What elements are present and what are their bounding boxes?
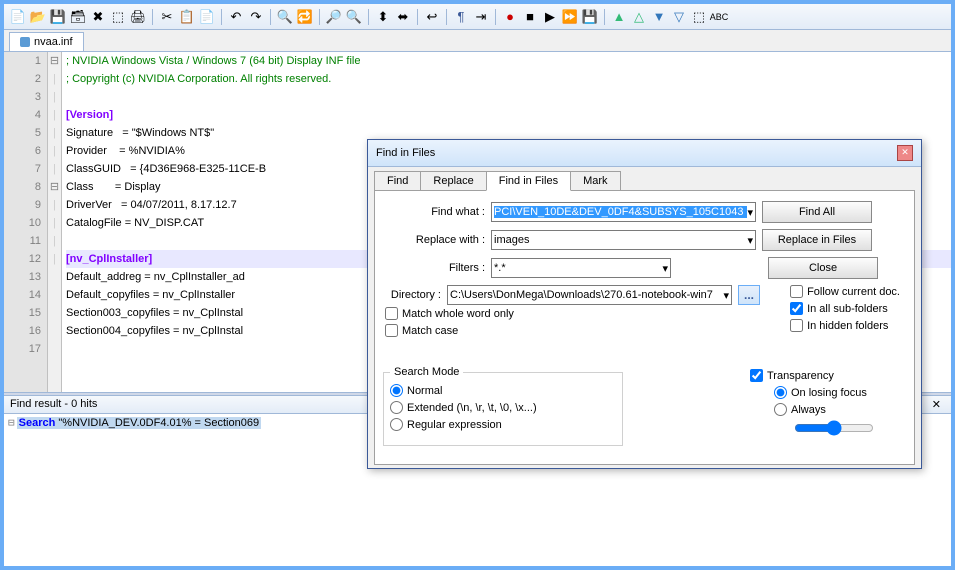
filters-label: Filters : bbox=[385, 262, 485, 274]
transparency-slider[interactable] bbox=[794, 420, 874, 436]
sm-normal-radio[interactable]: Normal bbox=[390, 384, 616, 397]
directory-input[interactable]: C:\Users\DonMega\Downloads\270.61-notebo… bbox=[450, 289, 723, 301]
tab-mark[interactable]: Mark bbox=[570, 171, 620, 191]
paste-icon[interactable]: 📄 bbox=[198, 8, 216, 26]
copy-icon[interactable]: 📋 bbox=[178, 8, 196, 26]
wordwrap-icon[interactable]: ↩ bbox=[423, 8, 441, 26]
expand-icon[interactable]: △ bbox=[630, 8, 648, 26]
show-all-icon[interactable]: ¶ bbox=[452, 8, 470, 26]
spellcheck-icon[interactable]: ABC bbox=[710, 8, 728, 26]
collapse-icon[interactable]: ⊟ bbox=[6, 416, 17, 429]
print-icon[interactable]: 🖨 bbox=[129, 8, 147, 26]
new-file-icon[interactable]: 📄 bbox=[9, 8, 27, 26]
dialog-close-button[interactable]: ✕ bbox=[897, 145, 913, 161]
replacewith-input[interactable]: images bbox=[494, 234, 747, 246]
zoom-in-icon[interactable]: 🔎 bbox=[325, 8, 343, 26]
zoom-out-icon[interactable]: 🔍 bbox=[345, 8, 363, 26]
fold-gutter[interactable]: ⊟||||||⊟|||| bbox=[48, 52, 62, 392]
hidden-checkbox[interactable]: In hidden folders bbox=[790, 319, 900, 332]
collapse-all-icon[interactable]: ▼ bbox=[650, 8, 668, 26]
collapse-icon[interactable]: ▲ bbox=[610, 8, 628, 26]
sync-v-icon[interactable]: ⬍ bbox=[374, 8, 392, 26]
find-result-line: "%NVIDIA_DEV.0DF4.01% = Section069 bbox=[58, 417, 259, 429]
indent-icon[interactable]: ⇥ bbox=[472, 8, 490, 26]
dialog-title: Find in Files bbox=[376, 147, 435, 159]
dropdown-icon[interactable]: ▾ bbox=[747, 206, 753, 219]
matchcase-checkbox[interactable]: Match case bbox=[385, 324, 514, 337]
record-icon[interactable]: ● bbox=[501, 8, 519, 26]
close-file-icon[interactable]: ✖ bbox=[89, 8, 107, 26]
find-icon[interactable]: 🔍 bbox=[276, 8, 294, 26]
dropdown-icon[interactable]: ▾ bbox=[662, 262, 668, 275]
file-tabs: nvaa.inf bbox=[4, 30, 951, 52]
fast-icon[interactable]: ⏩ bbox=[561, 8, 579, 26]
dialog-tabs: Find Replace Find in Files Mark bbox=[368, 167, 921, 191]
search-mode-group: Search Mode Normal Extended (\n, \r, \t,… bbox=[383, 366, 623, 446]
followdoc-checkbox[interactable]: Follow current doc. bbox=[790, 285, 900, 298]
sm-extended-radio[interactable]: Extended (\n, \r, \t, \0, \x...) bbox=[390, 401, 616, 414]
findwhat-label: Find what : bbox=[385, 206, 485, 218]
close-panel-icon[interactable]: ✕ bbox=[928, 398, 945, 411]
sync-h-icon[interactable]: ⬌ bbox=[394, 8, 412, 26]
browse-directory-button[interactable]: ... bbox=[738, 285, 760, 305]
findwhat-input[interactable]: PCI\VEN_10DE&DEV_0DF4&SUBSYS_105C1043 bbox=[494, 206, 747, 218]
transparency-checkbox[interactable]: Transparency bbox=[750, 369, 900, 382]
close-button[interactable]: Close bbox=[768, 257, 878, 279]
main-toolbar: 📄 📂 💾 🗃 ✖ ⬚ 🖨 ✂ 📋 📄 ↶ ↷ 🔍 🔁 🔎 🔍 ⬍ ⬌ ↩ ¶ … bbox=[4, 4, 951, 30]
tab-findinfiles[interactable]: Find in Files bbox=[486, 171, 571, 191]
undo-icon[interactable]: ↶ bbox=[227, 8, 245, 26]
search-mode-legend: Search Mode bbox=[390, 366, 463, 378]
wholeword-checkbox[interactable]: Match whole word only bbox=[385, 307, 514, 320]
file-dirty-icon bbox=[20, 37, 30, 47]
file-tab-label: nvaa.inf bbox=[34, 36, 73, 48]
replacewith-label: Replace with : bbox=[385, 234, 485, 246]
save-all-icon[interactable]: 🗃 bbox=[69, 8, 87, 26]
stop-icon[interactable]: ■ bbox=[521, 8, 539, 26]
redo-icon[interactable]: ↷ bbox=[247, 8, 265, 26]
replace-in-files-button[interactable]: Replace in Files bbox=[762, 229, 872, 251]
line-gutter: 1234567891011121314151617 bbox=[4, 52, 48, 392]
open-file-icon[interactable]: 📂 bbox=[29, 8, 47, 26]
replace-icon[interactable]: 🔁 bbox=[296, 8, 314, 26]
hidden-chars-icon[interactable]: ⬚ bbox=[690, 8, 708, 26]
dropdown-icon[interactable]: ▾ bbox=[747, 234, 753, 247]
tab-find[interactable]: Find bbox=[374, 171, 421, 191]
dialog-titlebar[interactable]: Find in Files ✕ bbox=[368, 140, 921, 167]
dropdown-icon[interactable]: ▾ bbox=[723, 289, 729, 302]
find-all-button[interactable]: Find All bbox=[762, 201, 872, 223]
filters-input[interactable]: *.* bbox=[494, 262, 662, 274]
tab-replace[interactable]: Replace bbox=[420, 171, 486, 191]
save-icon[interactable]: 💾 bbox=[49, 8, 67, 26]
play-icon[interactable]: ▶ bbox=[541, 8, 559, 26]
find-in-files-dialog: Find in Files ✕ Find Replace Find in Fil… bbox=[367, 139, 922, 469]
find-result-title: Find result - 0 hits bbox=[10, 398, 97, 411]
tr-losing-radio[interactable]: On losing focus bbox=[774, 386, 900, 399]
cut-icon[interactable]: ✂ bbox=[158, 8, 176, 26]
file-tab[interactable]: nvaa.inf bbox=[9, 32, 84, 51]
expand-all-icon[interactable]: ▽ bbox=[670, 8, 688, 26]
sm-regex-radio[interactable]: Regular expression bbox=[390, 418, 616, 431]
directory-label: Directory : bbox=[385, 289, 441, 301]
tr-always-radio[interactable]: Always bbox=[774, 403, 900, 416]
subfolders-checkbox[interactable]: In all sub-folders bbox=[790, 302, 900, 315]
close-all-icon[interactable]: ⬚ bbox=[109, 8, 127, 26]
save-macro-icon[interactable]: 💾 bbox=[581, 8, 599, 26]
